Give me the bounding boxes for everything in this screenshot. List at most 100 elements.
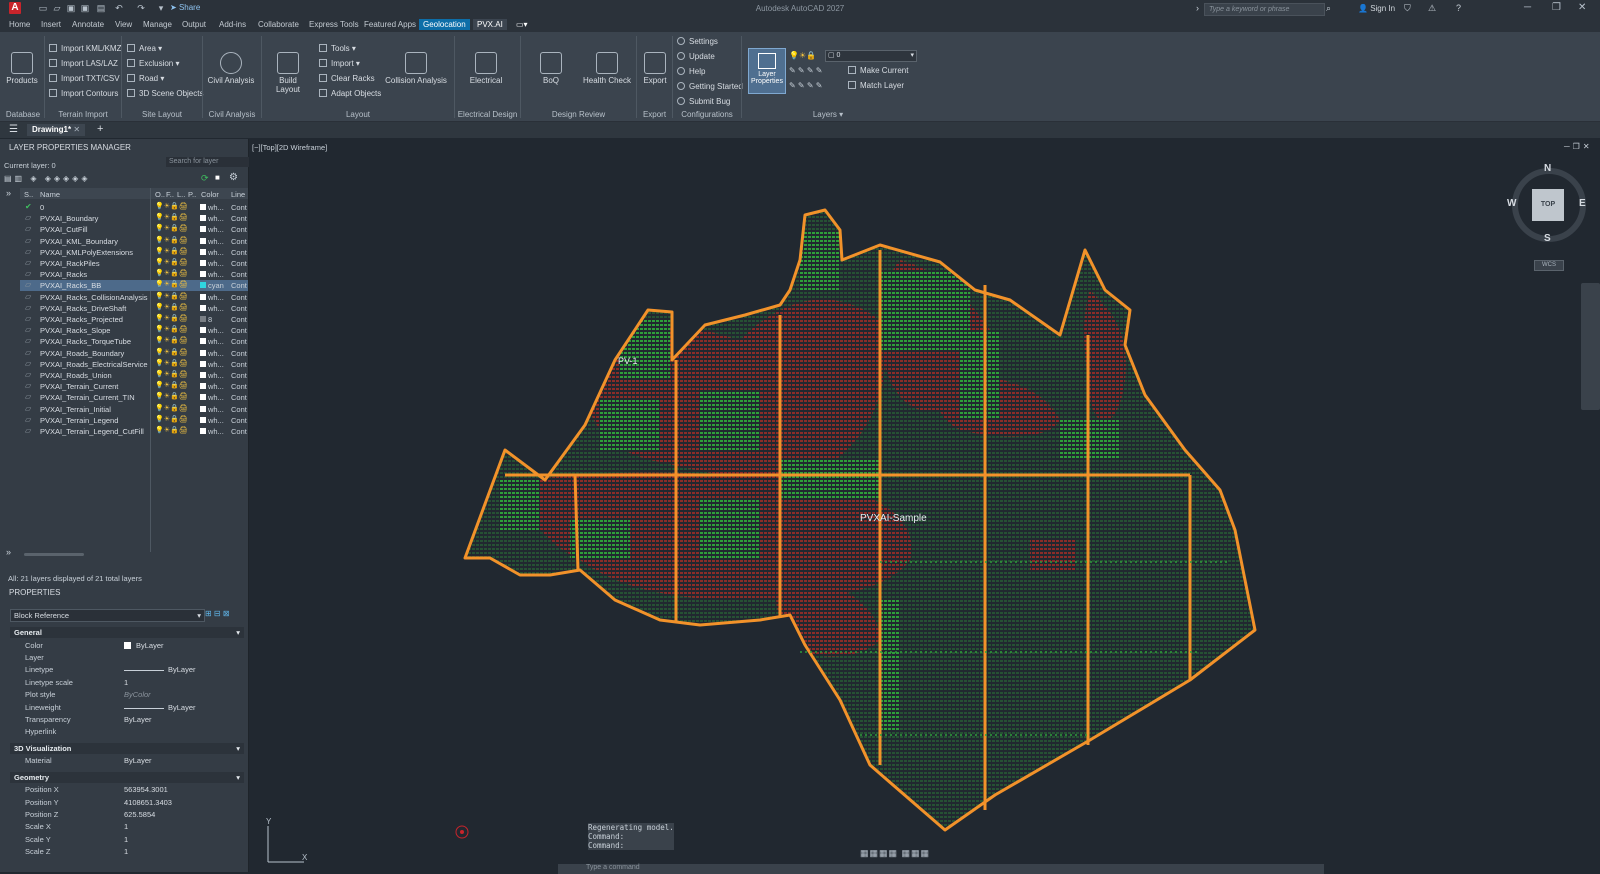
minimize-icon[interactable]: ─ [1524,2,1531,13]
col-plot[interactable]: P.. [188,190,196,199]
close-tab-icon[interactable]: ✕ [73,125,80,134]
layer-state-toggle-icons[interactable]: 💡☀🔒🖨 [155,359,188,367]
property-value[interactable]: 1 [124,678,128,687]
property-value[interactable]: 1 [124,822,128,831]
export-button[interactable]: Export [641,52,669,85]
help-search-input[interactable]: Type a keyword or phrase [1204,3,1325,16]
horizontal-scrollbar[interactable] [24,553,84,556]
layer-tools-row2-icons[interactable]: ✎ ✎ ✎ ✎ [789,81,822,90]
property-section-header[interactable]: 3D Visualization ▾ [10,742,244,754]
tab-output[interactable]: Output [178,19,210,30]
layer-color-swatch[interactable] [200,260,206,266]
clear-racks-button[interactable]: Clear Racks [319,74,375,83]
layer-state-toggle-icons[interactable]: 💡☀🔒🖨 [155,348,188,356]
layer-color-swatch[interactable] [200,360,206,367]
layer-state-toggle-icons[interactable]: 💡☀🔒🖨 [155,292,188,300]
property-value[interactable]: 563954.3001 [124,785,168,794]
layer-state-toggle-icons[interactable]: 💡☀🔒🖨 [155,314,188,322]
products-button[interactable]: Products [6,52,38,85]
new-tab-icon[interactable]: + [97,123,103,135]
update-button[interactable]: Update [677,52,715,61]
layer-color-swatch[interactable] [200,349,206,356]
tab-geolocation[interactable]: Geolocation [419,19,470,30]
property-value[interactable]: ByColor [124,690,151,699]
layer-state-toggle-icons[interactable]: 💡☀🔒🖨 [155,370,188,378]
refresh-icon[interactable]: ⟳ [201,173,209,184]
property-value[interactable]: 4108651.3403 [124,798,172,807]
electrical-button[interactable]: Electrical [466,52,506,85]
layer-color-swatch[interactable] [200,282,206,289]
layer-dropdown[interactable]: ▢ 0 ▾ [825,50,917,62]
layer-color-swatch[interactable] [200,204,206,210]
layer-state-toggle-icons[interactable]: 💡☀🔒🖨 [155,247,188,255]
tab-express-tools[interactable]: Express Tools [305,19,363,30]
civil-analysis-button[interactable]: Civil Analysis [207,52,255,85]
import-kml-button[interactable]: Import KML/KMZ [49,44,121,53]
layer-state-toggle-icons[interactable]: 💡☀🔒🖨 [155,303,188,311]
layer-state-toggle-icons[interactable]: 💡☀🔒🖨 [155,269,188,277]
site-plan-drawing[interactable]: PV-1 PVXAI-Sample Y X [249,139,1600,872]
layer-color-swatch[interactable] [200,316,206,322]
settings-button[interactable]: Settings [677,37,718,46]
import-las-button[interactable]: Import LAS/LAZ [49,59,118,68]
quick-select-icons[interactable]: ⊞ ⊟ ⊠ [205,609,230,618]
area-button[interactable]: Area ▾ [127,44,162,53]
layer-state-toggle-icons[interactable]: 💡☀🔒🖨 [155,392,188,400]
layer-color-swatch[interactable] [200,405,206,412]
layer-state-icons[interactable]: 💡☀🔒 [789,51,816,60]
tab-home[interactable]: Home [5,19,34,30]
property-value[interactable]: ByLayer [124,756,152,765]
property-value[interactable]: 1 [124,847,128,856]
tab-annotate[interactable]: Annotate [68,19,108,30]
expand-icon[interactable]: » [6,547,11,557]
layer-state-toggle-icons[interactable]: 💡☀🔒🖨 [155,258,188,266]
collapse-icon[interactable]: ■ [215,173,220,182]
property-value[interactable]: ByLayer [124,715,152,724]
layer-color-swatch[interactable] [200,416,206,423]
tab-manage[interactable]: Manage [139,19,176,30]
scene-objects-button[interactable]: 3D Scene Objects [127,89,203,98]
gear-icon[interactable]: ⚙ [229,172,238,183]
drawing-tab[interactable]: Drawing1* ✕ [27,124,86,136]
layer-color-swatch[interactable] [200,327,206,334]
layer-state-toggle-icons[interactable]: 💡☀🔒🖨 [155,280,188,288]
panel-label-layers[interactable]: Layers ▾ [743,110,913,119]
layer-state-toggle-icons[interactable]: 💡☀🔒🖨 [155,426,188,434]
viewcube-west[interactable]: W [1507,198,1516,209]
col-freeze[interactable]: F.. [166,190,174,199]
search-expand-icon[interactable]: › [1196,3,1199,13]
property-section-header[interactable]: Geometry ▾ [10,771,244,783]
make-current-button[interactable]: Make Current [848,66,908,75]
layer-color-swatch[interactable] [200,428,206,434]
object-type-select[interactable]: Block Reference ▾ [10,609,205,622]
layer-color-swatch[interactable] [200,271,206,278]
help-button[interactable]: Help [677,67,705,76]
viewcube-south[interactable]: S [1544,233,1551,244]
boq-button[interactable]: BoQ [531,52,571,85]
sign-in-button[interactable]: 👤 Sign In [1358,4,1395,13]
property-value[interactable]: 1 [124,835,128,844]
layer-color-swatch[interactable] [200,383,206,390]
road-button[interactable]: Road ▾ [127,74,164,83]
tab-insert[interactable]: Insert [37,19,65,30]
tab-featured-apps[interactable]: Featured Apps [360,19,420,30]
close-icon[interactable]: ✕ [1578,2,1586,13]
col-on[interactable]: O.. [155,190,165,199]
property-value[interactable]: 625.5854 [124,810,155,819]
layer-tools-row1-icons[interactable]: ✎ ✎ ✎ ✎ [789,66,822,75]
wcs-dropdown[interactable]: WCS [1534,260,1564,271]
layer-state-toggle-icons[interactable]: 💡☀🔒🖨 [155,224,188,232]
tab-overflow-icon[interactable]: ▭▾ [512,19,532,30]
health-check-button[interactable]: Health Check [582,52,632,85]
import-txt-button[interactable]: Import TXT/CSV [49,74,120,83]
layer-state-toggle-icons[interactable]: 💡☀🔒🖨 [155,325,188,333]
tab-add-ins[interactable]: Add-ins [215,19,250,30]
command-input[interactable]: Type a command [558,864,1324,874]
col-linetype[interactable]: Line [231,190,245,199]
layer-color-swatch[interactable] [200,248,206,255]
viewcube-top-face[interactable]: TOP [1532,189,1564,221]
navigation-bar[interactable] [1581,283,1600,410]
build-layout-button[interactable]: Build Layout [266,52,310,94]
submit-bug-button[interactable]: Submit Bug [677,97,730,106]
layer-state-toggle-icons[interactable]: 💡☀🔒🖨 [155,336,188,344]
